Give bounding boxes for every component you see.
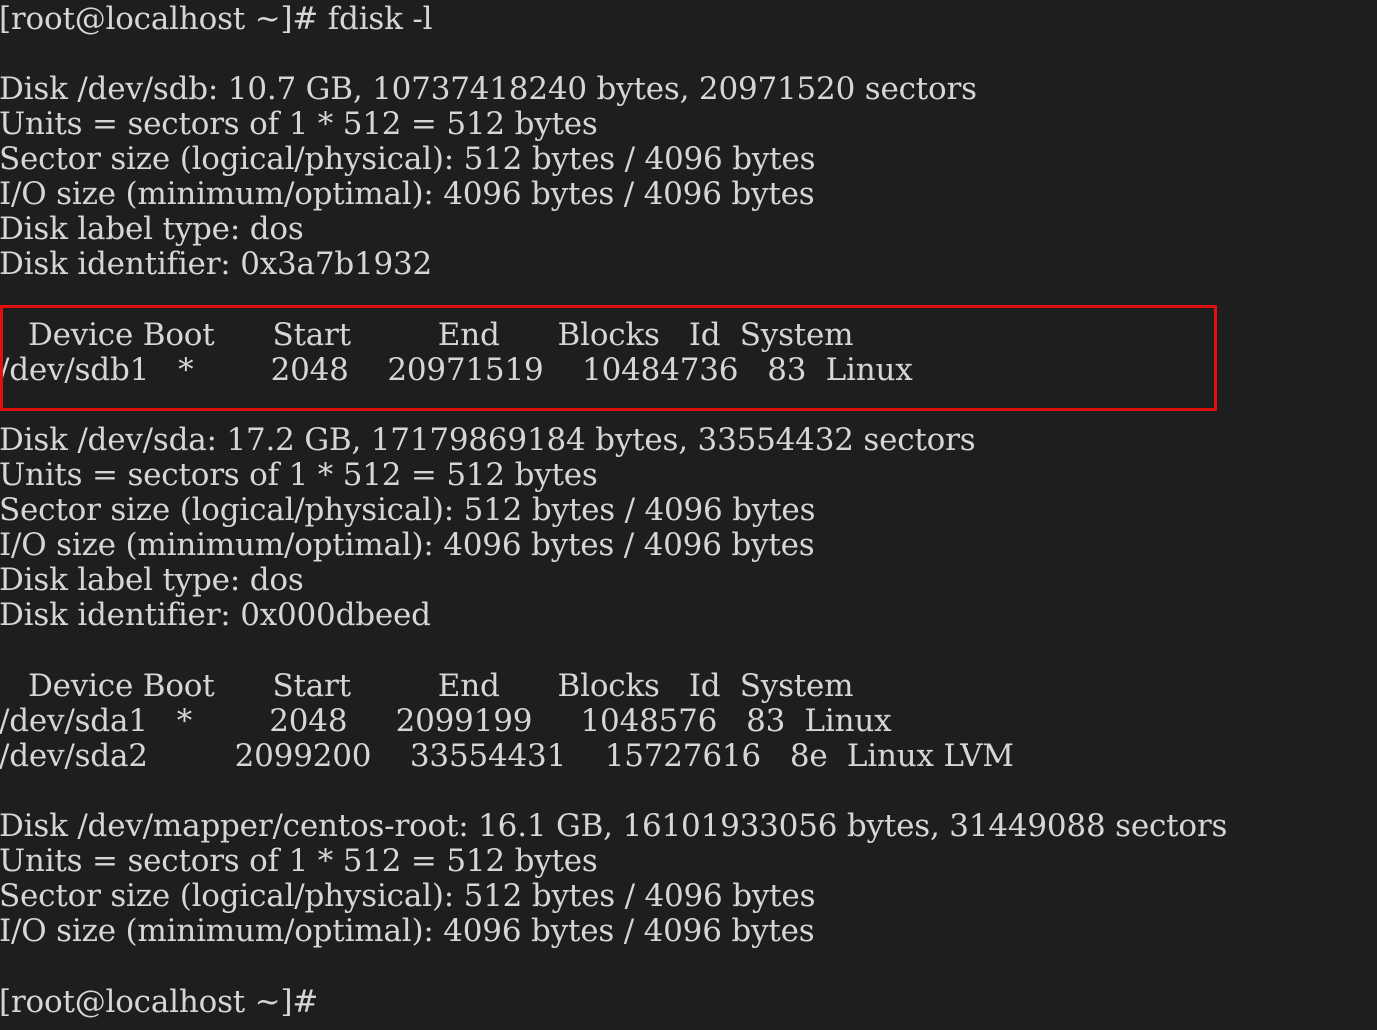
sda-partition-row: /dev/sda2 2099200 33554431 15727616 8e L… — [0, 738, 1014, 774]
centos-root-disk-line: Disk /dev/mapper/centos-root: 16.1 GB, 1… — [0, 808, 1228, 844]
sdb-sector-size-line: Sector size (logical/physical): 512 byte… — [0, 141, 816, 177]
centos-root-units-line: Units = sectors of 1 * 512 = 512 bytes — [0, 843, 598, 879]
sda-io-size-line: I/O size (minimum/optimal): 4096 bytes /… — [0, 527, 815, 563]
final-prompt-line: [root@localhost ~]# — [0, 984, 319, 1020]
sdb-table-header: Device Boot Start End Blocks Id System — [0, 317, 854, 353]
sda-disk-line: Disk /dev/sda: 17.2 GB, 17179869184 byte… — [0, 422, 976, 458]
sdb-io-size-line: I/O size (minimum/optimal): 4096 bytes /… — [0, 176, 815, 212]
sda-table-header: Device Boot Start End Blocks Id System — [0, 668, 854, 704]
sda-label-type-line: Disk label type: dos — [0, 562, 304, 598]
sdb-disk-line: Disk /dev/sdb: 10.7 GB, 10737418240 byte… — [0, 71, 977, 107]
sda-identifier-line: Disk identifier: 0x000dbeed — [0, 597, 431, 633]
sda-units-line: Units = sectors of 1 * 512 = 512 bytes — [0, 457, 598, 493]
sdb-identifier-line: Disk identifier: 0x3a7b1932 — [0, 246, 433, 282]
centos-root-io-size-line: I/O size (minimum/optimal): 4096 bytes /… — [0, 913, 815, 949]
sdb-label-type-line: Disk label type: dos — [0, 211, 304, 247]
sdb-partition-row: /dev/sdb1 * 2048 20971519 10484736 83 Li… — [0, 352, 913, 388]
centos-root-sector-size-line: Sector size (logical/physical): 512 byte… — [0, 878, 816, 914]
sda-sector-size-line: Sector size (logical/physical): 512 byte… — [0, 492, 816, 528]
sdb-units-line: Units = sectors of 1 * 512 = 512 bytes — [0, 106, 598, 142]
command-prompt-line: [root@localhost ~]# fdisk -l — [0, 1, 433, 37]
terminal-window[interactable]: [root@localhost ~]# fdisk -l Disk /dev/s… — [0, 0, 1377, 1030]
sda-partition-row: /dev/sda1 * 2048 2099199 1048576 83 Linu… — [0, 703, 892, 739]
